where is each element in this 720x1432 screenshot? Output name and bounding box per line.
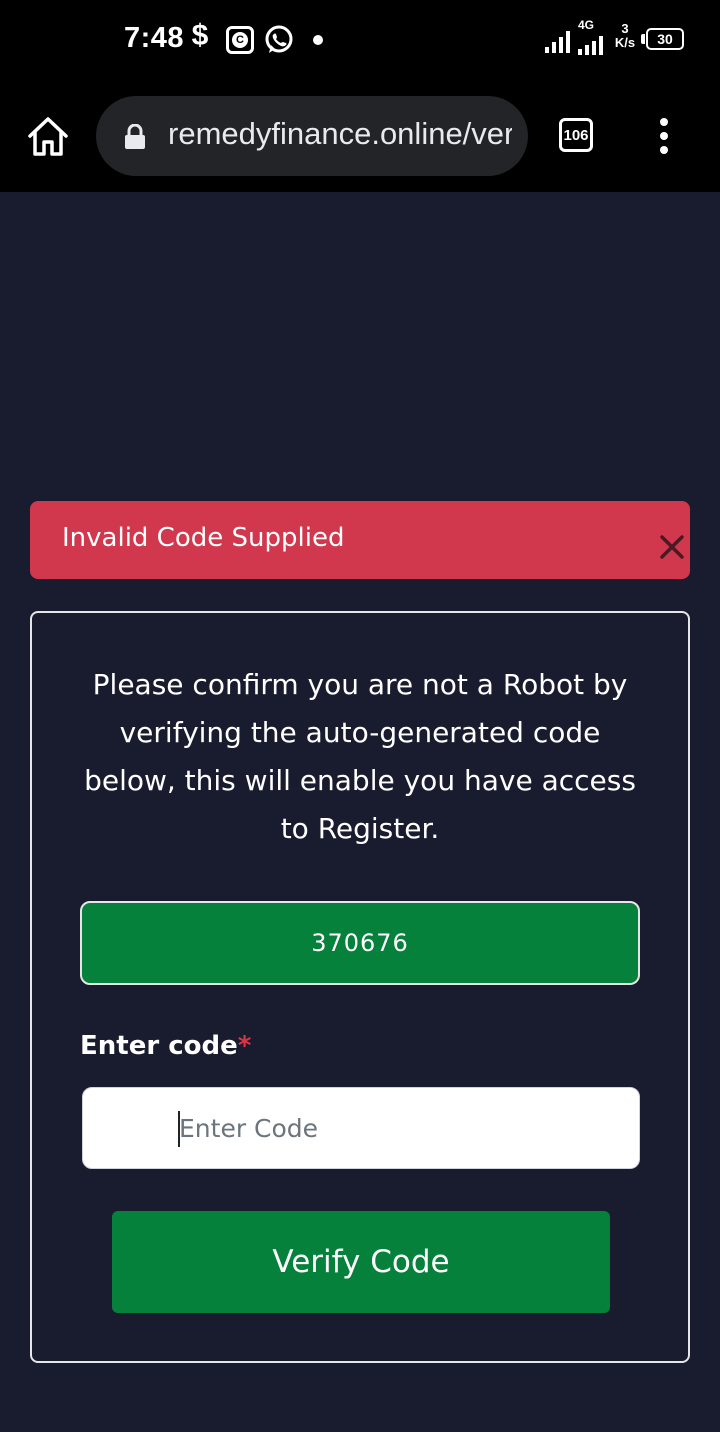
network-speed: 3 K/s [614,21,636,50]
home-icon[interactable] [24,114,72,158]
address-bar[interactable]: remedyfinance.online/verify [96,96,528,176]
more-vert-icon[interactable] [648,118,680,154]
code-field-label: Enter code* [80,1031,252,1061]
dollar-icon: $ [191,19,209,52]
signal-icon [545,26,575,58]
instructions-text: Please confirm you are not a Robot by ve… [84,668,636,845]
status-bar: 7:48 $ C 4G 3 K/s 30 [0,0,720,80]
verification-card: Please confirm you are not a Robot by ve… [30,611,690,1363]
code-input[interactable] [82,1087,640,1169]
whatsapp-icon [263,24,295,56]
lock-icon [124,123,146,150]
alert-message: Invalid Code Supplied [62,523,345,553]
c-app-icon: C [226,26,254,54]
battery-icon: 30 [646,28,684,50]
battery-nub [641,34,645,44]
verify-code-button[interactable]: Verify Code [112,1211,610,1313]
text-caret [178,1111,180,1147]
tabs-icon[interactable]: 106 [559,118,593,152]
error-alert: Invalid Code Supplied [30,501,690,579]
url-text[interactable]: remedyfinance.online/verify [168,116,512,152]
close-icon[interactable] [658,533,686,561]
notification-dot-icon [313,35,323,45]
browser-toolbar: remedyfinance.online/verify 106 [0,80,720,192]
signal-icon [578,30,608,62]
generated-code-box: 370676 [80,901,640,985]
status-time: 7:48 [124,22,185,54]
required-marker: * [237,1031,252,1061]
